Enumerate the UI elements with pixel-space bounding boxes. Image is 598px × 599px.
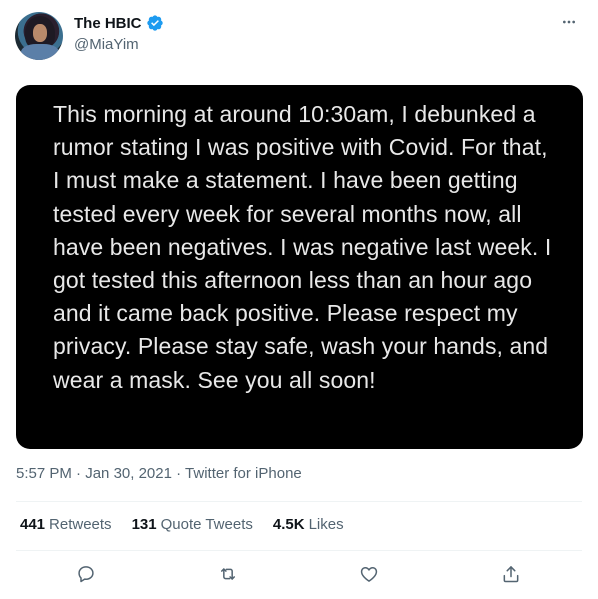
share-icon — [503, 566, 519, 583]
reply-button[interactable] — [74, 562, 98, 586]
retweets-stat[interactable]: 441 Retweets — [20, 516, 112, 533]
more-options-button[interactable] — [557, 12, 581, 32]
tweet-meta: 5:57 PM · Jan 30, 2021 · Twitter for iPh… — [16, 465, 302, 482]
share-button[interactable] — [499, 562, 523, 586]
retweet-button[interactable] — [216, 562, 240, 586]
likes-count: 4.5K — [272, 516, 305, 533]
tweet-stats: 441 Retweets 131 Quote Tweets 4.5K Likes — [20, 516, 344, 533]
verified-badge-icon — [146, 15, 163, 31]
author-handle[interactable]: @MiaYim — [74, 36, 139, 53]
heart-icon — [360, 567, 378, 582]
tweet-source[interactable]: Twitter for iPhone — [185, 465, 302, 482]
image-text: This morning at around 10:30am, I debunk… — [53, 101, 552, 393]
meta-separator: · — [176, 465, 186, 482]
author-name-row[interactable]: The HBIC — [74, 14, 164, 32]
meta-separator: · — [76, 465, 86, 482]
tweet-header: The HBIC @MiaYim — [15, 10, 583, 60]
divider — [16, 550, 582, 551]
tweet-image[interactable]: This morning at around 10:30am, I debunk… — [16, 85, 583, 449]
retweets-label: Retweets — [49, 516, 112, 533]
tweet-time[interactable]: 5:57 PM — [16, 465, 72, 482]
quote-tweets-count: 131 — [131, 516, 157, 533]
retweets-count: 441 — [20, 516, 46, 533]
likes-stat[interactable]: 4.5K Likes — [273, 516, 344, 533]
tweet-actions — [0, 560, 598, 590]
reply-icon — [78, 566, 94, 583]
author-display-name[interactable]: The HBIC — [74, 15, 142, 32]
divider — [16, 501, 582, 502]
more-horizontal-icon — [563, 20, 575, 24]
retweet-icon — [221, 568, 235, 580]
quote-tweets-stat[interactable]: 131 Quote Tweets — [132, 516, 253, 533]
tweet-date[interactable]: Jan 30, 2021 — [85, 465, 172, 482]
quote-tweets-label: Quote Tweets — [160, 516, 253, 533]
likes-label: Likes — [308, 516, 344, 533]
like-button[interactable] — [357, 562, 381, 586]
avatar[interactable] — [15, 12, 63, 60]
